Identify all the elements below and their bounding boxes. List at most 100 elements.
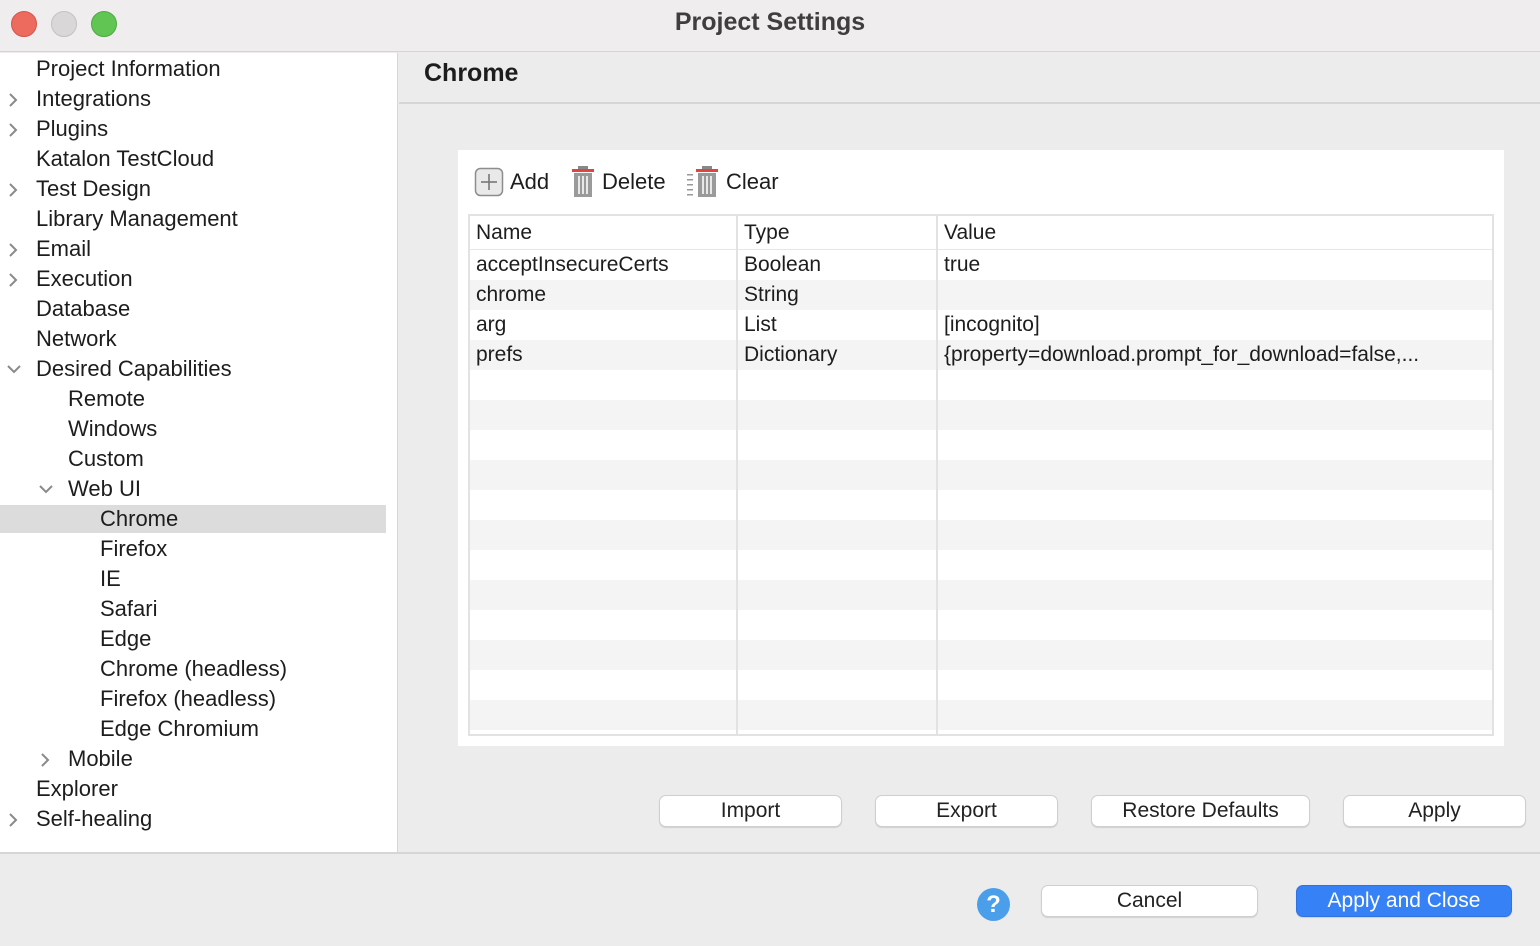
footer-divider [0,852,1540,854]
add-button[interactable]: Add [474,164,549,200]
cell-value[interactable] [940,280,1490,310]
tree-item-custom[interactable]: Custom [0,445,386,473]
tree-item-test-design[interactable]: Test Design [0,175,386,203]
tree-item-database[interactable]: Database [0,295,386,323]
tree-item-explorer[interactable]: Explorer [0,775,386,803]
table-row[interactable]: arg List [incognito] [470,310,1492,340]
tree-item-edge-chromium[interactable]: Edge Chromium [0,715,386,743]
capabilities-table[interactable]: Name Type Value acceptInsecureCerts Boole… [468,214,1494,736]
column-divider[interactable] [736,216,738,734]
tree-item-library-management[interactable]: Library Management [0,205,386,233]
add-icon [474,167,504,197]
delete-label: Delete [602,169,666,194]
empty-table-row[interactable] [470,400,1492,430]
tree-item-label: Edge Chromium [100,716,259,741]
tree-item-desired-capabilities[interactable]: Desired Capabilities [0,355,386,383]
clear-label: Clear [726,169,779,194]
empty-table-row[interactable] [470,520,1492,550]
tree-item-email[interactable]: Email [0,235,386,263]
clear-button[interactable]: Clear [686,164,779,200]
title-bar: Project Settings [0,0,1540,52]
tree-item-safari[interactable]: Safari [0,595,386,623]
cell-name[interactable]: chrome [472,280,736,310]
help-icon[interactable]: ? [977,888,1010,921]
tree-item-edge[interactable]: Edge [0,625,386,653]
column-header-name[interactable]: Name [472,216,532,250]
empty-table-row[interactable] [470,700,1492,730]
chevron-down-icon[interactable] [3,355,23,383]
empty-table-row[interactable] [470,610,1492,640]
page-title: Chrome [424,59,519,87]
empty-table-row[interactable] [470,670,1492,700]
tree-item-plugins[interactable]: Plugins [0,115,386,143]
tree-item-windows[interactable]: Windows [0,415,386,443]
chevron-right-icon[interactable] [3,115,23,143]
table-row[interactable]: chrome String [470,280,1492,310]
import-button[interactable]: Import [659,795,842,827]
chevron-right-icon[interactable] [3,235,23,263]
tree-item-network[interactable]: Network [0,325,386,353]
tree-item-chrome-headless[interactable]: Chrome (headless) [0,655,386,683]
cell-name[interactable]: prefs [472,340,736,370]
tree-item-project-information[interactable]: Project Information [0,55,386,83]
chevron-right-icon[interactable] [35,745,55,773]
column-divider[interactable] [936,216,938,734]
capabilities-panel: Add Delete Clear Name Type Value acceptI… [458,150,1504,746]
tree-item-label: Email [36,236,92,261]
chevron-right-icon[interactable] [3,265,23,293]
tree-item-label: Chrome (headless) [100,656,288,681]
tree-item-label: Firefox (headless) [100,686,277,711]
tree-item-web-ui[interactable]: Web UI [0,475,386,503]
tree-item-self-healing[interactable]: Self-healing [0,805,386,833]
table-row[interactable]: prefs Dictionary {property=download.prompt… [470,340,1492,370]
tree-item-chrome[interactable]: Chrome [0,505,386,533]
tree-item-firefox-headless[interactable]: Firefox (headless) [0,685,386,713]
cell-value[interactable]: {property=download.prompt_for_download=f… [940,340,1490,370]
tree-item-label: Windows [68,416,158,441]
empty-table-row[interactable] [470,430,1492,460]
chevron-right-icon[interactable] [3,175,23,203]
chevron-right-icon[interactable] [3,85,23,113]
cell-type[interactable]: List [740,310,936,340]
empty-table-row[interactable] [470,460,1492,490]
chevron-right-icon[interactable] [3,805,23,833]
column-header-type[interactable]: Type [740,216,790,250]
tree-item-mobile[interactable]: Mobile [0,745,386,773]
tree-item-label: Integrations [36,86,151,111]
empty-table-row[interactable] [470,490,1492,520]
cell-value[interactable]: true [940,250,1490,280]
tree-item-katalon-testcloud[interactable]: Katalon TestCloud [0,145,386,173]
empty-table-row[interactable] [470,580,1492,610]
table-row[interactable]: acceptInsecureCerts Boolean true [470,250,1492,280]
chevron-down-icon[interactable] [35,475,55,503]
cell-name[interactable]: arg [472,310,736,340]
cancel-button[interactable]: Cancel [1041,885,1258,917]
empty-table-row[interactable] [470,550,1492,580]
tree-item-execution[interactable]: Execution [0,265,386,293]
tree-item-label: Plugins [36,116,109,141]
cell-type[interactable]: Boolean [740,250,936,280]
tree-item-label: Explorer [36,776,118,801]
cell-type[interactable]: Dictionary [740,340,936,370]
tree-item-integrations[interactable]: Integrations [0,85,386,113]
tree-item-label: Safari [100,596,158,621]
delete-button[interactable]: Delete [570,164,666,200]
export-button[interactable]: Export [875,795,1058,827]
restore-defaults-button[interactable]: Restore Defaults [1091,795,1310,827]
empty-table-row[interactable] [470,640,1492,670]
tree-item-label: Self-healing [36,806,153,831]
add-label: Add [510,169,550,194]
tree-item-remote[interactable]: Remote [0,385,386,413]
cell-value[interactable]: [incognito] [940,310,1490,340]
page-header: Chrome [399,53,1540,104]
column-header-value[interactable]: Value [940,216,996,250]
cell-type[interactable]: String [740,280,936,310]
cell-name[interactable]: acceptInsecureCerts [472,250,736,280]
tree-item-firefox[interactable]: Firefox [0,535,386,563]
tree-item-label: Project Information [36,56,221,81]
window-title: Project Settings [674,8,866,36]
empty-table-row[interactable] [470,370,1492,400]
apply-button[interactable]: Apply [1343,795,1526,827]
apply-and-close-button[interactable]: Apply and Close [1296,885,1512,917]
tree-item-ie[interactable]: IE [0,565,386,593]
